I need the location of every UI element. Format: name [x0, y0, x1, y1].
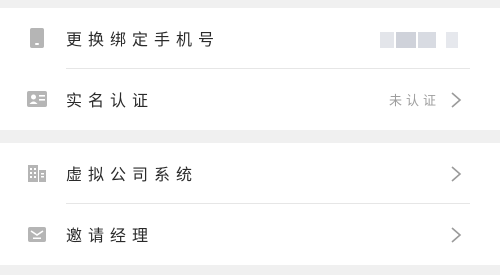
invite-manager-row[interactable]: 邀请经理	[0, 204, 500, 264]
masked-phone-number	[380, 27, 472, 53]
company-group: 虚拟公司系统 邀请经理	[0, 143, 500, 265]
chevron-right-icon	[451, 227, 462, 243]
virtual-company-label: 虚拟公司系统	[66, 165, 199, 184]
real-name-auth-label: 实名认证	[66, 91, 155, 110]
auth-status-text: 未认证	[388, 94, 440, 109]
phone-icon	[30, 28, 44, 48]
change-phone-label: 更换绑定手机号	[66, 30, 221, 49]
invite-mail-icon	[28, 227, 46, 242]
real-name-auth-row[interactable]: 实名认证 未认证	[0, 69, 500, 129]
chevron-right-icon	[451, 166, 462, 182]
chevron-right-icon	[451, 92, 462, 108]
invite-manager-label: 邀请经理	[66, 226, 155, 245]
account-settings-group: 更换绑定手机号 实名认证 未认证	[0, 8, 500, 130]
virtual-company-row[interactable]: 虚拟公司系统	[0, 143, 500, 204]
change-phone-row[interactable]: 更换绑定手机号	[0, 8, 500, 69]
id-card-icon	[27, 91, 47, 107]
company-icon	[28, 165, 46, 182]
